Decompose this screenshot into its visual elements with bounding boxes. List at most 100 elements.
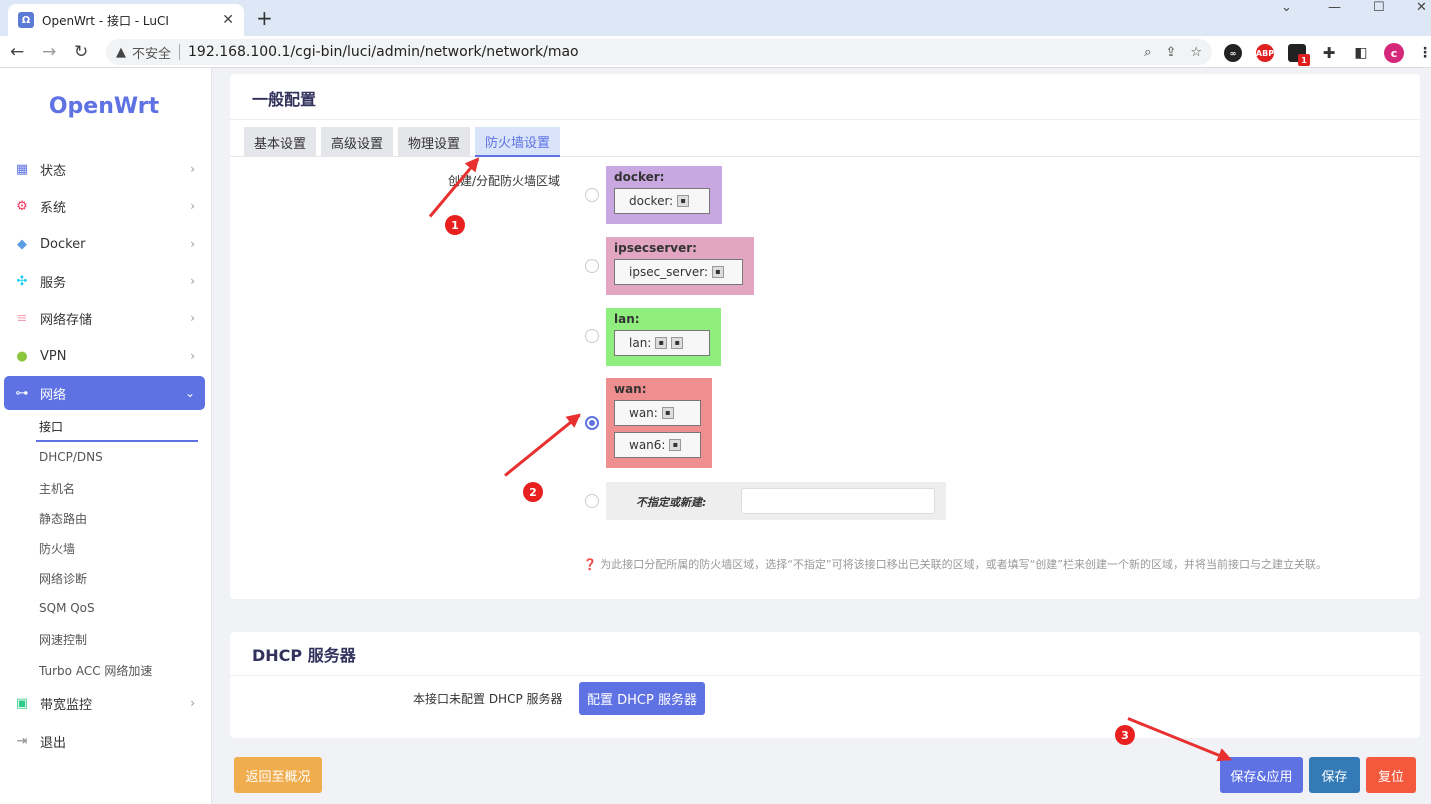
panel-title: 一般配置 (252, 90, 317, 109)
share-icon[interactable]: ⇪ (1165, 45, 1176, 60)
chevron-right-icon: › (190, 237, 195, 251)
docker-icon: ◆ (17, 236, 27, 252)
maximize-icon[interactable]: ☐ (1373, 0, 1385, 15)
adblock-icon[interactable]: ABP (1256, 44, 1274, 62)
save-button[interactable]: 保存 (1309, 757, 1360, 793)
chevron-down-icon[interactable]: ⌄ (1281, 0, 1292, 15)
warning-icon[interactable]: ▲ (116, 45, 126, 60)
url-omnibox[interactable]: ▲ 不安全 192.168.100.1/cgi-bin/luci/admin/n… (106, 39, 1212, 65)
logout-icon: ⇥ (16, 733, 28, 749)
zone-unspecified: 不指定或新建: (606, 482, 946, 520)
submenu-interfaces[interactable]: 接口 (39, 418, 63, 435)
interface-icon: ▪ (712, 266, 725, 278)
submenu-firewall[interactable]: 防火墙 (39, 540, 75, 557)
sidebar-item-docker[interactable]: ◆ Docker › (4, 227, 205, 261)
chevron-down-icon: ⌄ (184, 386, 195, 400)
submenu-static-routes[interactable]: 静态路由 (39, 510, 87, 527)
puzzle-icon[interactable]: ✚ (1320, 44, 1338, 62)
submenu-turbo-acc[interactable]: Turbo ACC 网络加速 (39, 662, 152, 679)
dashboard-icon: ▦ (15, 161, 29, 177)
sidebar-item-services[interactable]: ✣ 服务 › (4, 264, 205, 298)
back-arrow-icon[interactable]: ← (10, 42, 24, 62)
omnibox-separator (179, 44, 181, 60)
insecure-label[interactable]: 不安全 (132, 43, 171, 62)
sidebar-item-status[interactable]: ▦ 状态 › (4, 152, 205, 186)
zone-radio-unspecified[interactable] (585, 494, 599, 508)
openwrt-favicon-icon: Ω (18, 12, 34, 28)
sidebar-item-bandwidth[interactable]: ▣ 带宽监控 › (4, 686, 205, 720)
chevron-right-icon: › (190, 274, 195, 288)
profile-avatar[interactable]: c (1384, 43, 1404, 63)
active-submenu-underline (36, 440, 198, 442)
minimize-icon[interactable]: — (1328, 0, 1341, 15)
browser-tab-bar: Ω OpenWrt - 接口 - LuCI ✕ + ⌄ — ☐ ✕ (0, 0, 1431, 36)
sidepanel-icon[interactable]: ◧ (1352, 44, 1370, 62)
general-config-panel: 一般配置 基本设置 高级设置 物理设置 防火墙设置 创建/分配防火墙区域 doc… (230, 74, 1420, 599)
config-tabs: 基本设置 高级设置 物理设置 防火墙设置 (230, 119, 1420, 157)
forward-arrow-icon[interactable]: → (42, 42, 56, 62)
openwrt-logo[interactable]: OpenWrt (0, 94, 208, 119)
dhcp-panel: DHCP 服务器 本接口未配置 DHCP 服务器 配置 DHCP 服务器 (230, 632, 1420, 738)
zone-wan: wan: wan: ▪ wan6: ▪ (606, 378, 712, 468)
tab-advanced[interactable]: 高级设置 (321, 127, 393, 157)
zone-ipsecserver: ipsecserver: ipsec_server: ▪ (606, 237, 754, 295)
reload-icon[interactable]: ↻ (74, 42, 88, 62)
address-bar: ← → ↻ ▲ 不安全 192.168.100.1/cgi-bin/luci/a… (0, 36, 1431, 68)
tab-physical[interactable]: 物理设置 (398, 127, 470, 157)
gear-icon: ⚙ (16, 198, 28, 214)
database-icon: ≡ (16, 310, 28, 326)
sidebar-item-vpn[interactable]: ● VPN › (4, 339, 205, 373)
chevron-right-icon: › (190, 349, 195, 363)
tab-firewall[interactable]: 防火墙设置 (475, 127, 560, 157)
extension-glasses-icon[interactable]: ∞ (1224, 44, 1242, 62)
new-zone-input[interactable] (741, 488, 935, 514)
dhcp-status-label: 本接口未配置 DHCP 服务器 (413, 692, 563, 706)
submenu-hostnames[interactable]: 主机名 (39, 480, 75, 497)
zone-interface: lan: ▪ ▪ (614, 330, 710, 356)
window-close-icon[interactable]: ✕ (1416, 0, 1427, 15)
chevron-right-icon: › (190, 199, 195, 213)
zoom-icon[interactable]: ⌕ (1144, 45, 1151, 60)
tab-basic[interactable]: 基本设置 (244, 127, 316, 157)
dhcp-title: DHCP 服务器 (252, 646, 356, 665)
back-to-overview-button[interactable]: 返回至概况 (234, 757, 322, 793)
chevron-right-icon: › (190, 162, 195, 176)
submenu-diagnostics[interactable]: 网络诊断 (39, 570, 87, 587)
network-icon: ⊶ (15, 385, 29, 401)
zone-hint: ❓ 为此接口分配所属的防火墙区域，选择“不指定”可将该接口移出已关联的区域，或者… (583, 558, 1327, 571)
zone-radio-ipsecserver[interactable] (585, 259, 599, 273)
sidebar-item-logout[interactable]: ⇥ 退出 (4, 724, 205, 758)
divider (230, 675, 1420, 676)
close-icon[interactable]: ✕ (222, 12, 234, 28)
zone-interface: docker: ▪ (614, 188, 710, 214)
new-tab-icon[interactable]: + (256, 6, 273, 30)
url-text[interactable]: 192.168.100.1/cgi-bin/luci/admin/network… (188, 44, 1130, 60)
zone-radio-wan[interactable] (585, 416, 599, 430)
annotation-badge: 2 (523, 482, 543, 502)
sidebar-item-network[interactable]: ⊶ 网络 ⌄ (4, 376, 205, 410)
interface-icon: ▪ (671, 337, 684, 349)
browser-tab[interactable]: Ω OpenWrt - 接口 - LuCI ✕ (8, 4, 244, 36)
submenu-speed-control[interactable]: 网速控制 (39, 631, 87, 648)
interface-icon: ▪ (669, 439, 682, 451)
vpn-icon: ● (16, 348, 28, 364)
star-icon[interactable]: ☆ (1190, 45, 1202, 60)
interface-icon: ▪ (655, 337, 668, 349)
submenu-sqm-qos[interactable]: SQM QoS (39, 601, 95, 615)
sidebar-item-storage[interactable]: ≡ 网络存储 › (4, 301, 205, 335)
submenu-dhcp-dns[interactable]: DHCP/DNS (39, 450, 103, 464)
sidebar-item-system[interactable]: ⚙ 系统 › (4, 189, 205, 223)
menu-dots-icon[interactable]: ⋮ (1416, 44, 1431, 62)
help-icon: ❓ (583, 558, 597, 571)
monitor-icon: ▣ (15, 695, 29, 711)
reset-button[interactable]: 复位 (1366, 757, 1416, 793)
interface-icon: ▪ (677, 195, 690, 207)
interface-icon: ▪ (661, 407, 674, 419)
annotation-badge: 3 (1115, 725, 1135, 745)
tab-title: OpenWrt - 接口 - LuCI (42, 13, 169, 28)
configure-dhcp-button[interactable]: 配置 DHCP 服务器 (579, 682, 705, 715)
save-apply-button[interactable]: 保存&应用 (1220, 757, 1303, 793)
zone-radio-lan[interactable] (585, 329, 599, 343)
extension-count-badge: 1 (1298, 54, 1310, 66)
zone-radio-docker[interactable] (585, 188, 599, 202)
